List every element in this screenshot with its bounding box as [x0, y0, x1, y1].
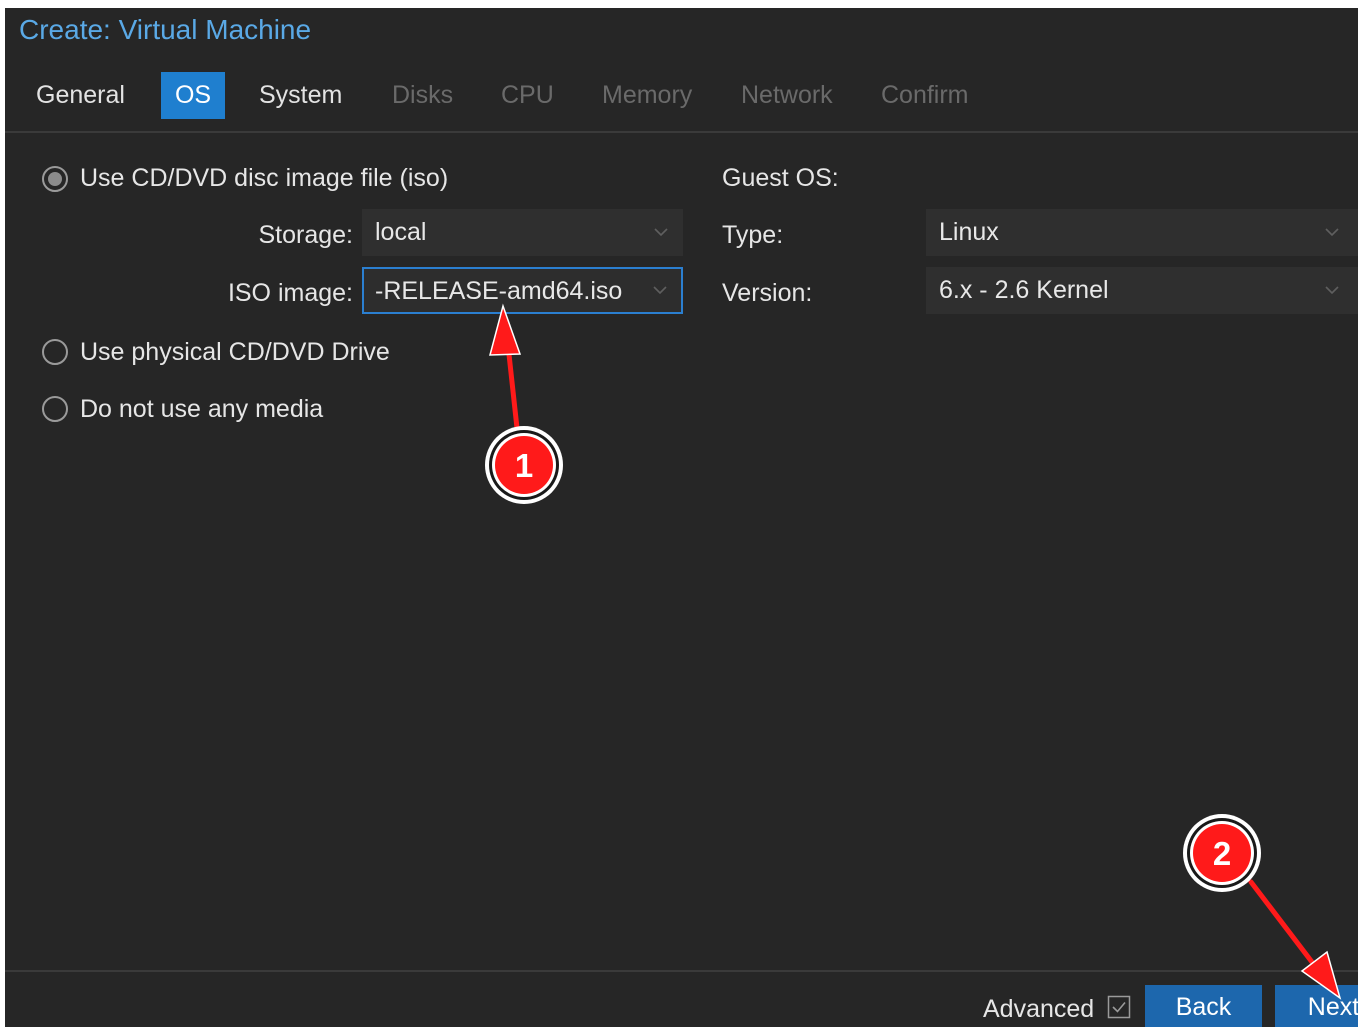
- radio-no-media[interactable]: [42, 396, 68, 422]
- advanced-label[interactable]: Advanced: [983, 995, 1094, 1024]
- iso-image-select[interactable]: -RELEASE-amd64.iso: [362, 267, 683, 314]
- tab-memory[interactable]: Memory: [602, 72, 692, 119]
- option-none-label[interactable]: Do not use any media: [80, 395, 323, 424]
- chevron-down-icon: [654, 228, 668, 237]
- back-button[interactable]: Back: [1145, 985, 1262, 1027]
- os-version-select[interactable]: 6.x - 2.6 Kernel: [926, 267, 1358, 314]
- os-type-label: Type:: [722, 221, 784, 249]
- wizard-tabs: General OS System Disks CPU Memory Netwo…: [5, 72, 1358, 120]
- iso-image-label: ISO image:: [227, 279, 353, 307]
- os-version-value: 6.x - 2.6 Kernel: [939, 276, 1109, 304]
- radio-physical-drive[interactable]: [42, 339, 68, 365]
- radio-iso[interactable]: [42, 166, 68, 192]
- next-button[interactable]: Next: [1275, 985, 1358, 1027]
- guest-os-heading: Guest OS:: [722, 164, 839, 192]
- chevron-down-icon: [1325, 286, 1339, 295]
- os-type-value: Linux: [939, 218, 999, 246]
- option-iso-label[interactable]: Use CD/DVD disc image file (iso): [80, 164, 448, 193]
- tab-disks[interactable]: Disks: [392, 72, 453, 119]
- os-version-label: Version:: [722, 279, 813, 307]
- storage-select[interactable]: local: [362, 209, 683, 256]
- dialog-title: Create: Virtual Machine: [19, 14, 312, 45]
- option-physical-label[interactable]: Use physical CD/DVD Drive: [80, 338, 390, 367]
- tab-cpu[interactable]: CPU: [501, 72, 554, 119]
- create-vm-dialog: Create: Virtual Machine General OS Syste…: [5, 8, 1358, 1027]
- checkbox-checked-icon[interactable]: [1107, 995, 1131, 1019]
- tab-system[interactable]: System: [259, 72, 342, 119]
- iso-image-value: -RELEASE-amd64.iso: [375, 277, 623, 305]
- storage-value: local: [375, 218, 427, 246]
- tab-network[interactable]: Network: [741, 72, 833, 119]
- tab-os[interactable]: OS: [161, 72, 225, 119]
- tab-confirm[interactable]: Confirm: [881, 72, 969, 119]
- os-type-select[interactable]: Linux: [926, 209, 1358, 256]
- chevron-down-icon: [1325, 228, 1339, 237]
- chevron-down-icon: [653, 286, 667, 295]
- storage-label: Storage:: [258, 221, 353, 249]
- tab-general[interactable]: General: [36, 72, 125, 119]
- tabs-divider: [5, 131, 1358, 133]
